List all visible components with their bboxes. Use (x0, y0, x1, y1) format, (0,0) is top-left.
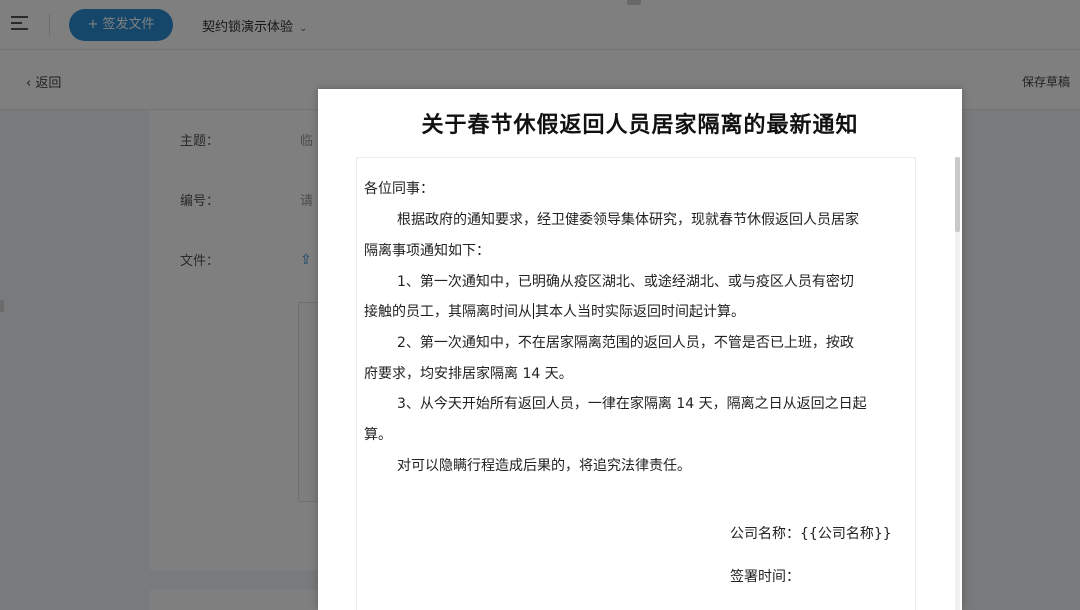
paragraph-line: 3、从今天开始所有返回人员，一律在家隔离 14 天，隔离之日从返回之日起 (397, 396, 867, 412)
paragraph-line: 接触的员工，其隔离时间从 其本人当时实际返回时间起计算。 (364, 301, 912, 321)
sign-time-line: 签署时间： (730, 569, 800, 585)
document-body[interactable]: 各位同事： 根据政府的通知要求，经卫健委领导集体研究，现就春节休假返回人员居家 … (356, 157, 916, 610)
paragraph-line: 1、第一次通知中，已明确从疫区湖北、或途经湖北、或与疫区人员有密切 (397, 274, 854, 290)
greeting: 各位同事： (364, 181, 434, 197)
paragraph-line-part: 接触的员工，其隔离时间从 (364, 304, 532, 320)
paragraph-line: 根据政府的通知要求，经卫健委领导集体研究，现就春节休假返回人员居家 (397, 212, 859, 228)
company-name-line: 公司名称：{{公司名称}} (730, 526, 892, 542)
paragraph-line: 对可以隐瞒行程造成后果的，将追究法律责任。 (397, 458, 691, 474)
paragraph-line: 府要求，均安排居家隔离 14 天。 (364, 366, 573, 382)
scrollbar-thumb[interactable] (955, 157, 960, 232)
document-scrollbar[interactable] (955, 157, 960, 610)
text-cursor (533, 303, 534, 319)
document-title: 关于春节休假返回人员居家隔离的最新通知 (421, 112, 859, 138)
paragraph-line: 隔离事项通知如下： (364, 243, 490, 259)
paragraph-line: 算。 (364, 427, 392, 443)
document-preview-modal: 关于春节休假返回人员居家隔离的最新通知 各位同事： 根据政府的通知要求，经卫健委… (318, 89, 962, 610)
paragraph-line: 2、第一次通知中，不在居家隔离范围的返回人员，不管是否已上班，按政 (397, 335, 854, 351)
paragraph-line-part: 其本人当时实际返回时间起计算。 (535, 304, 745, 320)
